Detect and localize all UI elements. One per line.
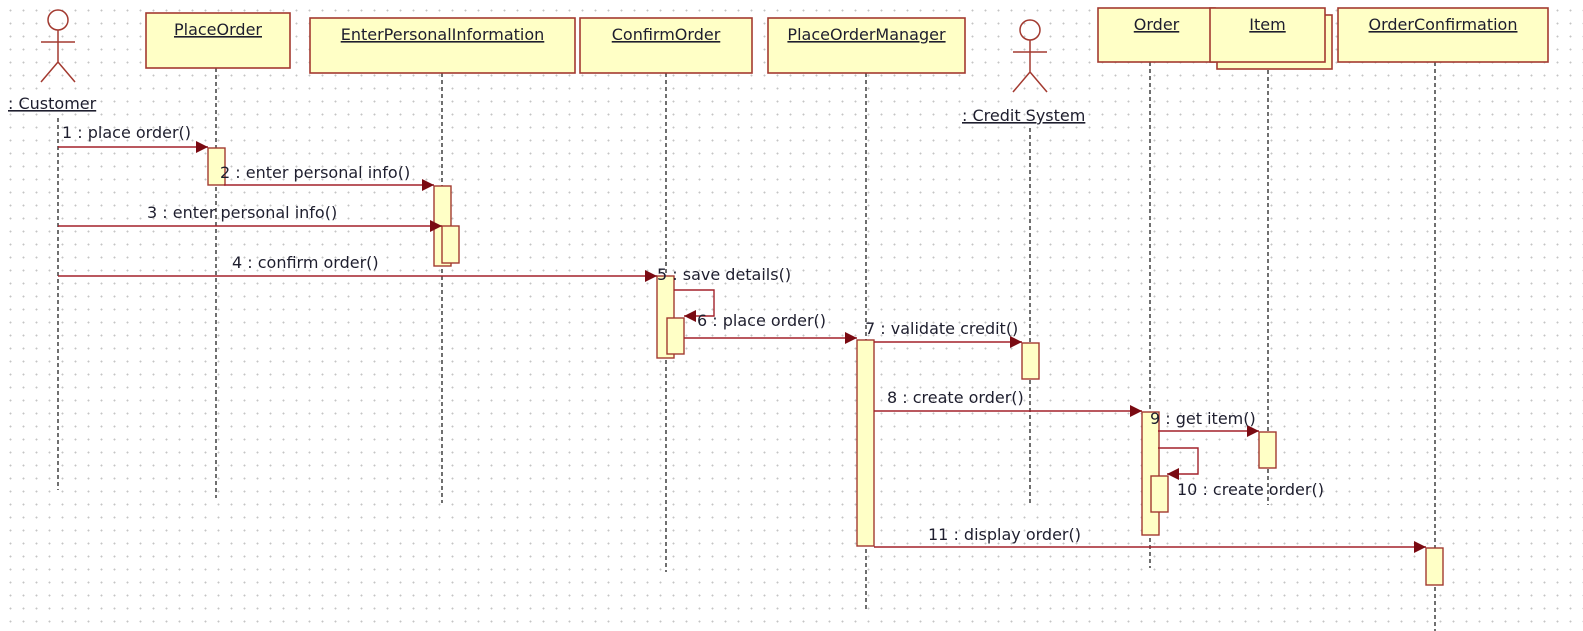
message-label: 4 : confirm order() xyxy=(232,253,379,272)
object-label-placeorder: PlaceOrder xyxy=(174,20,262,39)
message-label: 3 : enter personal info() xyxy=(147,203,337,222)
activation-bar xyxy=(666,317,685,355)
self-message-arrow xyxy=(1158,447,1199,480)
activation-bar xyxy=(441,225,460,264)
activation-bar xyxy=(1141,411,1160,536)
object-label-confirm: ConfirmOrder xyxy=(612,25,721,44)
message-label: 5 : save details() xyxy=(657,265,791,284)
object-label-epi: EnterPersonalInformation xyxy=(341,25,545,44)
object-label-pom: PlaceOrderManager xyxy=(787,25,946,44)
actor-figure-icon xyxy=(40,30,76,83)
object-label-order: Order xyxy=(1134,15,1180,34)
activation-bar xyxy=(1258,431,1277,469)
object-label-oc: OrderConfirmation xyxy=(1369,15,1518,34)
message-label: 9 : get item() xyxy=(1150,409,1256,428)
activation-bar xyxy=(1150,475,1169,513)
activation-bar xyxy=(1425,547,1444,586)
sequence-diagram: : Customer : Credit System PlaceOrder Enter… xyxy=(8,7,1549,631)
actor-head-icon xyxy=(1019,19,1041,41)
message-label: 6 : place order() xyxy=(697,311,826,330)
actor-label-customer: : Customer xyxy=(8,94,97,113)
actor-label-credit: : Credit System xyxy=(962,106,1085,125)
actor-figure-icon xyxy=(1012,40,1048,93)
activation-bar xyxy=(856,339,875,547)
message-label: 2 : enter personal info() xyxy=(220,163,410,182)
message-label: 7 : validate credit() xyxy=(865,319,1018,338)
actor-head-icon xyxy=(47,9,69,31)
activation-bar xyxy=(1021,342,1040,380)
message-label: 8 : create order() xyxy=(887,388,1024,407)
message-label: 1 : place order() xyxy=(62,123,191,142)
message-label: 10 : create order() xyxy=(1177,480,1324,499)
message-label: 11 : display order() xyxy=(928,525,1081,544)
object-label-item: Item xyxy=(1249,15,1285,34)
